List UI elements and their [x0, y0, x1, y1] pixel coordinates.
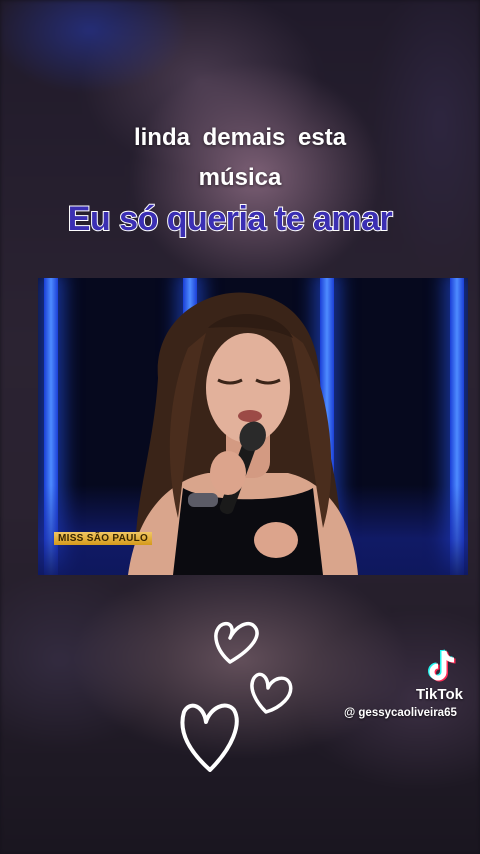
- creator-handle: @ gessycaoliveira65: [344, 707, 457, 719]
- tiktok-watermark: TikTok @ gessycaoliveira65: [340, 648, 480, 728]
- lyric-text: Eu só queria te amar: [67, 199, 394, 239]
- caption-line-2: música: [198, 164, 282, 191]
- video-frame[interactable]: MISS SÃO PAULO: [38, 278, 468, 575]
- show-tag: MISS SÃO PAULO: [54, 532, 153, 545]
- tiktok-label: TikTok: [416, 686, 463, 703]
- hearts-doodle-icon: [180, 621, 293, 772]
- caption-text: linda demais esta música: [0, 118, 480, 198]
- caption-line-1: linda demais esta: [133, 124, 347, 151]
- tiktok-logo-icon: [428, 649, 456, 682]
